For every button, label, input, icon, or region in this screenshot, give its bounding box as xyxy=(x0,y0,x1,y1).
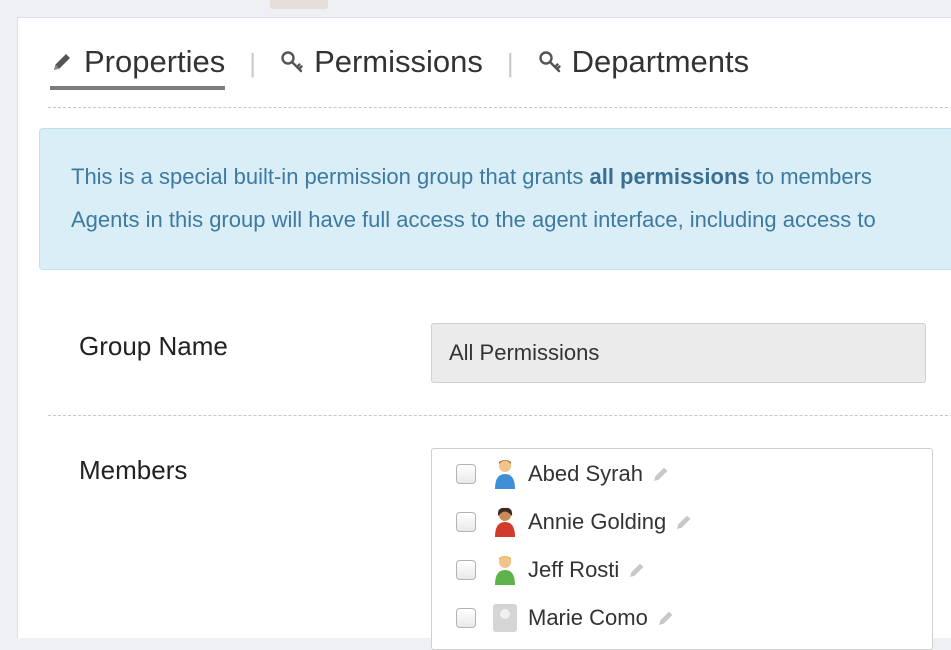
agent-avatar-icon xyxy=(493,604,517,632)
edit-icon[interactable] xyxy=(651,464,671,484)
tab-properties[interactable]: Properties xyxy=(50,40,226,90)
top-notch xyxy=(270,0,328,9)
agent-avatar-icon xyxy=(495,460,515,489)
agent-avatar-icon xyxy=(495,556,515,585)
key-icon xyxy=(281,51,303,73)
members-label: Members xyxy=(79,455,188,485)
member-checkbox[interactable] xyxy=(456,560,476,580)
key-icon xyxy=(538,51,561,73)
tab-separator: | xyxy=(506,48,514,78)
member-checkbox[interactable] xyxy=(456,512,476,532)
tab-label: Permissions xyxy=(314,44,483,79)
tab-separator: | xyxy=(249,48,257,78)
agent-avatar-icon xyxy=(495,507,515,537)
info-notice: This is a special built-in permission gr… xyxy=(39,128,951,270)
edit-icon[interactable] xyxy=(656,608,676,628)
edit-icon[interactable] xyxy=(627,560,647,580)
member-name: Jeff Rosti xyxy=(528,557,620,582)
member-item: Marie Como xyxy=(456,601,676,635)
edit-icon[interactable] xyxy=(674,512,694,532)
member-item: Annie Golding xyxy=(456,505,694,539)
group-name-label: Group Name xyxy=(79,331,228,361)
tab-departments[interactable]: Departments xyxy=(538,40,749,84)
member-checkbox[interactable] xyxy=(456,464,476,484)
divider xyxy=(48,107,951,108)
member-item: Abed Syrah xyxy=(456,457,671,491)
member-name: Abed Syrah xyxy=(528,461,643,486)
tab-permissions[interactable]: Permissions xyxy=(280,40,483,84)
member-name: Annie Golding xyxy=(528,509,667,534)
pencil-icon xyxy=(54,54,70,70)
group-editor-panel: Properties | Permissions | Departments T… xyxy=(17,17,951,650)
tab-label: Departments xyxy=(571,44,750,79)
notice-emphasis: all permissions xyxy=(589,164,750,189)
member-checkbox[interactable] xyxy=(456,608,476,628)
group-name-input[interactable]: All Permissions xyxy=(431,323,926,383)
tab-bar: Properties | Permissions | Departments xyxy=(50,40,749,90)
divider xyxy=(48,415,951,416)
notice-line-1: This is a special built-in permission gr… xyxy=(71,164,872,189)
notice-line-2: Agents in this group will have full acce… xyxy=(71,207,876,232)
member-item: Jeff Rosti xyxy=(456,553,647,587)
tab-label: Properties xyxy=(84,44,226,79)
members-list[interactable]: Abed Syrah Annie Golding Jeff Rosti Mari… xyxy=(431,448,933,650)
member-name: Marie Como xyxy=(528,605,648,630)
